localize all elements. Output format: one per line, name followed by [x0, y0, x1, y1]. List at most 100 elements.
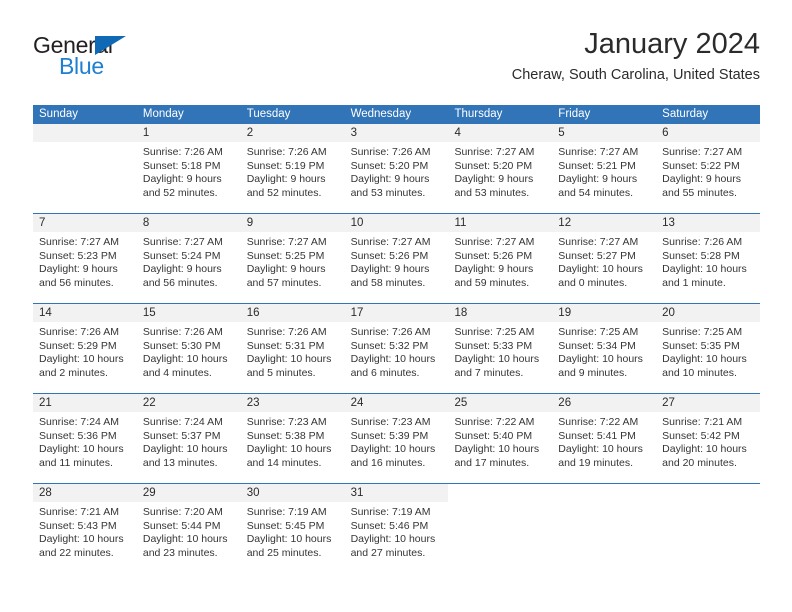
- weekday-header-saturday: Saturday: [662, 108, 709, 120]
- day-cell-12[interactable]: 12 Sunrise: 7:27 AM Sunset: 5:27 PM Dayligh…: [552, 214, 657, 303]
- day-cell-25[interactable]: 25 Sunrise: 7:22 AM Sunset: 5:40 PM Dayligh…: [448, 394, 553, 483]
- day-detail-line: and 5 minutes.: [246, 366, 316, 379]
- day-cell-31[interactable]: 31 Sunrise: 7:19 AM Sunset: 5:46 PM Dayligh…: [344, 484, 449, 573]
- day-detail-line: Daylight: 10 hours: [39, 353, 124, 366]
- day-cell-29[interactable]: 29 Sunrise: 7:20 AM Sunset: 5:44 PM Dayligh…: [136, 484, 241, 573]
- day-detail-line: Sunrise: 7:19 AM: [350, 506, 431, 518]
- day-number: 31: [344, 484, 449, 502]
- weekday-header-sunday: Sunday: [39, 108, 79, 120]
- day-detail-line: Sunset: 5:26 PM: [454, 249, 533, 262]
- day-cell-7[interactable]: 7 Sunrise: 7:27 AM Sunset: 5:23 PM Daylight…: [33, 214, 137, 303]
- day-cell-9[interactable]: 9 Sunrise: 7:27 AM Sunset: 5:25 PM Daylight…: [240, 214, 345, 303]
- day-cell-14[interactable]: 14 Sunrise: 7:26 AM Sunset: 5:29 PM Dayligh…: [33, 304, 137, 393]
- day-detail-line: Sunset: 5:42 PM: [662, 429, 740, 442]
- day-detail-line: Sunset: 5:18 PM: [142, 159, 221, 172]
- day-detail-line: Sunrise: 7:24 AM: [39, 416, 119, 428]
- day-number: [552, 484, 656, 502]
- calendar-week-row: 28 Sunrise: 7:21 AM Sunset: 5:43 PM Dayligh…: [33, 483, 760, 573]
- day-detail-line: Sunset: 5:20 PM: [350, 159, 429, 172]
- day-detail-line: Sunset: 5:43 PM: [39, 519, 117, 532]
- day-detail-line: Sunrise: 7:19 AM: [246, 506, 327, 518]
- calendar-grid: Sunday Monday Tuesday Wednesday Thursday Frid…: [33, 105, 761, 573]
- day-details: Sunrise: 7:24 AM Sunset: 5:37 PM Daylight:…: [137, 412, 241, 470]
- day-details: Sunrise: 7:27 AM Sunset: 5:21 PM Daylight:…: [552, 142, 656, 200]
- day-detail-line: Sunrise: 7:27 AM: [350, 236, 431, 248]
- day-cell-10[interactable]: 10 Sunrise: 7:27 AM Sunset: 5:26 PM Dayligh…: [344, 214, 449, 303]
- day-detail-line: Sunrise: 7:27 AM: [39, 236, 119, 248]
- day-detail-line: Daylight: 10 hours: [142, 443, 228, 456]
- day-detail-line: and 22 minutes.: [39, 546, 114, 559]
- day-cell-15[interactable]: 15 Sunrise: 7:26 AM Sunset: 5:30 PM Dayligh…: [136, 304, 241, 393]
- day-cell-8[interactable]: 8 Sunrise: 7:27 AM Sunset: 5:24 PM Daylight…: [136, 214, 241, 303]
- brand-logo[interactable]: General Blue: [33, 34, 233, 86]
- day-details: Sunrise: 7:21 AM Sunset: 5:43 PM Daylight:…: [33, 502, 137, 560]
- day-cell-24[interactable]: 24 Sunrise: 7:23 AM Sunset: 5:39 PM Dayligh…: [344, 394, 449, 483]
- title-block: January 2024 Cheraw, South Carolina, Uni…: [512, 28, 760, 85]
- day-detail-line: Daylight: 9 hours: [454, 173, 534, 186]
- page-header: General Blue January 2024 Cheraw, South …: [33, 28, 760, 94]
- day-number: [656, 484, 760, 502]
- day-detail-line: and 9 minutes.: [558, 366, 628, 379]
- day-detail-line: Sunrise: 7:21 AM: [39, 506, 119, 518]
- day-cell-27[interactable]: 27 Sunrise: 7:21 AM Sunset: 5:42 PM Dayligh…: [656, 394, 761, 483]
- day-detail-line: and 20 minutes.: [662, 456, 737, 469]
- week-cells: 21 Sunrise: 7:24 AM Sunset: 5:36 PM Dayligh…: [33, 394, 761, 483]
- day-cell-17[interactable]: 17 Sunrise: 7:26 AM Sunset: 5:32 PM Dayligh…: [344, 304, 449, 393]
- day-cell-28[interactable]: 28 Sunrise: 7:21 AM Sunset: 5:43 PM Dayligh…: [33, 484, 137, 573]
- day-details: Sunrise: 7:25 AM Sunset: 5:34 PM Daylight:…: [552, 322, 656, 380]
- day-cell-20[interactable]: 20 Sunrise: 7:25 AM Sunset: 5:35 PM Dayligh…: [656, 304, 761, 393]
- day-detail-line: and 56 minutes.: [142, 276, 218, 289]
- day-number: 1: [136, 124, 241, 142]
- day-details: Sunrise: 7:26 AM Sunset: 5:19 PM Daylight:…: [241, 142, 345, 200]
- day-cell-5[interactable]: 5 Sunrise: 7:27 AM Sunset: 5:21 PM Daylight…: [552, 124, 657, 213]
- day-details: Sunrise: 7:22 AM Sunset: 5:40 PM Daylight:…: [448, 412, 552, 470]
- calendar-week-row: 1 Sunrise: 7:26 AM Sunset: 5:18 PM Daylight…: [33, 124, 761, 213]
- day-cell-1[interactable]: 1 Sunrise: 7:26 AM Sunset: 5:18 PM Daylight…: [136, 124, 241, 213]
- day-cell-4[interactable]: 4 Sunrise: 7:27 AM Sunset: 5:20 PM Daylight…: [448, 124, 553, 213]
- day-cell-2[interactable]: 2 Sunrise: 7:26 AM Sunset: 5:19 PM Daylight…: [240, 124, 345, 213]
- day-detail-line: Daylight: 10 hours: [350, 533, 436, 546]
- day-cell-21[interactable]: 21 Sunrise: 7:24 AM Sunset: 5:36 PM Dayligh…: [33, 394, 137, 483]
- day-detail-line: Sunset: 5:19 PM: [246, 159, 325, 172]
- day-cell-11[interactable]: 11 Sunrise: 7:27 AM Sunset: 5:26 PM Dayligh…: [448, 214, 553, 303]
- day-detail-line: Sunset: 5:29 PM: [39, 339, 117, 352]
- day-detail-line: Sunrise: 7:23 AM: [246, 416, 327, 428]
- day-number: 21: [33, 394, 137, 412]
- day-cell-3[interactable]: 3 Sunrise: 7:26 AM Sunset: 5:20 PM Daylight…: [344, 124, 449, 213]
- day-cell-6[interactable]: 6 Sunrise: 7:27 AM Sunset: 5:22 PM Daylight…: [656, 124, 761, 213]
- day-detail-line: Sunset: 5:28 PM: [662, 249, 740, 262]
- day-cell-30[interactable]: 30 Sunrise: 7:19 AM Sunset: 5:45 PM Dayligh…: [240, 484, 345, 573]
- weekday-header-monday: Monday: [142, 108, 184, 120]
- day-number: 8: [136, 214, 241, 232]
- day-detail-line: Daylight: 9 hours: [350, 263, 430, 276]
- day-cell-23[interactable]: 23 Sunrise: 7:23 AM Sunset: 5:38 PM Dayligh…: [240, 394, 345, 483]
- day-cell-26[interactable]: 26 Sunrise: 7:22 AM Sunset: 5:41 PM Dayligh…: [552, 394, 657, 483]
- day-cell-19[interactable]: 19 Sunrise: 7:25 AM Sunset: 5:34 PM Dayligh…: [552, 304, 657, 393]
- day-detail-line: Sunrise: 7:27 AM: [454, 236, 535, 248]
- day-number: 16: [240, 304, 345, 322]
- day-detail-line: and 54 minutes.: [558, 186, 634, 199]
- day-detail-line: Sunset: 5:36 PM: [39, 429, 117, 442]
- day-cell-16[interactable]: 16 Sunrise: 7:26 AM Sunset: 5:31 PM Dayligh…: [240, 304, 345, 393]
- day-detail-line: Sunrise: 7:26 AM: [246, 146, 327, 158]
- day-detail-line: Daylight: 10 hours: [350, 353, 436, 366]
- day-detail-line: Sunrise: 7:25 AM: [662, 326, 743, 338]
- day-detail-line: and 53 minutes.: [454, 186, 530, 199]
- day-detail-line: Sunrise: 7:26 AM: [662, 236, 743, 248]
- day-number: 24: [344, 394, 449, 412]
- day-detail-line: Daylight: 9 hours: [350, 173, 430, 186]
- day-detail-line: Daylight: 10 hours: [246, 353, 332, 366]
- day-detail-line: Daylight: 10 hours: [142, 353, 228, 366]
- day-details: Sunrise: 7:27 AM Sunset: 5:27 PM Daylight:…: [552, 232, 656, 290]
- day-number: 27: [656, 394, 761, 412]
- day-cell-18[interactable]: 18 Sunrise: 7:25 AM Sunset: 5:33 PM Dayligh…: [448, 304, 553, 393]
- day-number: 22: [136, 394, 241, 412]
- day-detail-line: Daylight: 10 hours: [39, 533, 124, 546]
- day-detail-line: and 53 minutes.: [350, 186, 426, 199]
- day-number: 25: [448, 394, 553, 412]
- day-details: Sunrise: 7:27 AM Sunset: 5:22 PM Daylight:…: [656, 142, 760, 200]
- day-detail-line: Daylight: 10 hours: [558, 353, 643, 366]
- day-cell-22[interactable]: 22 Sunrise: 7:24 AM Sunset: 5:37 PM Dayligh…: [136, 394, 241, 483]
- day-cell-13[interactable]: 13 Sunrise: 7:26 AM Sunset: 5:28 PM Dayligh…: [656, 214, 761, 303]
- day-details: Sunrise: 7:26 AM Sunset: 5:20 PM Daylight:…: [345, 142, 449, 200]
